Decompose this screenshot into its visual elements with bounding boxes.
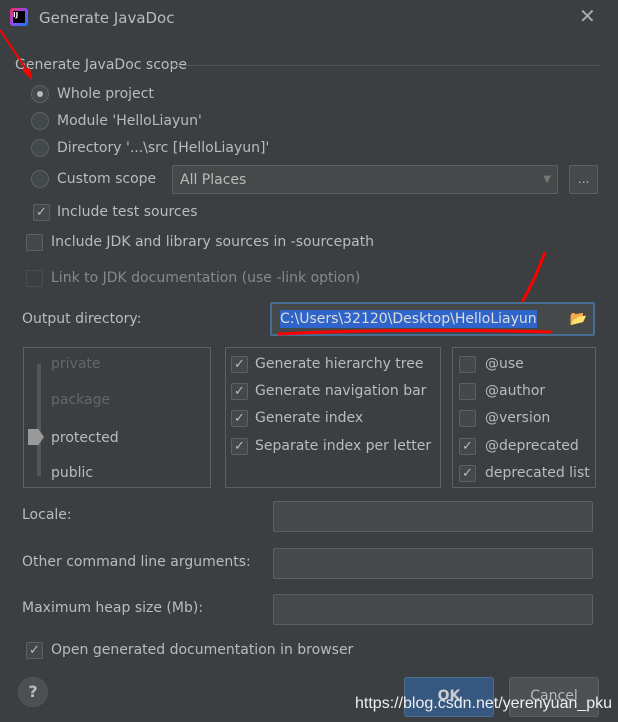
annotation-arrow xyxy=(520,251,547,303)
annotation-underline xyxy=(277,328,553,336)
annotation-overlay xyxy=(0,29,553,336)
annotation-arrow xyxy=(0,29,31,76)
annotation-arrowhead xyxy=(22,68,32,80)
